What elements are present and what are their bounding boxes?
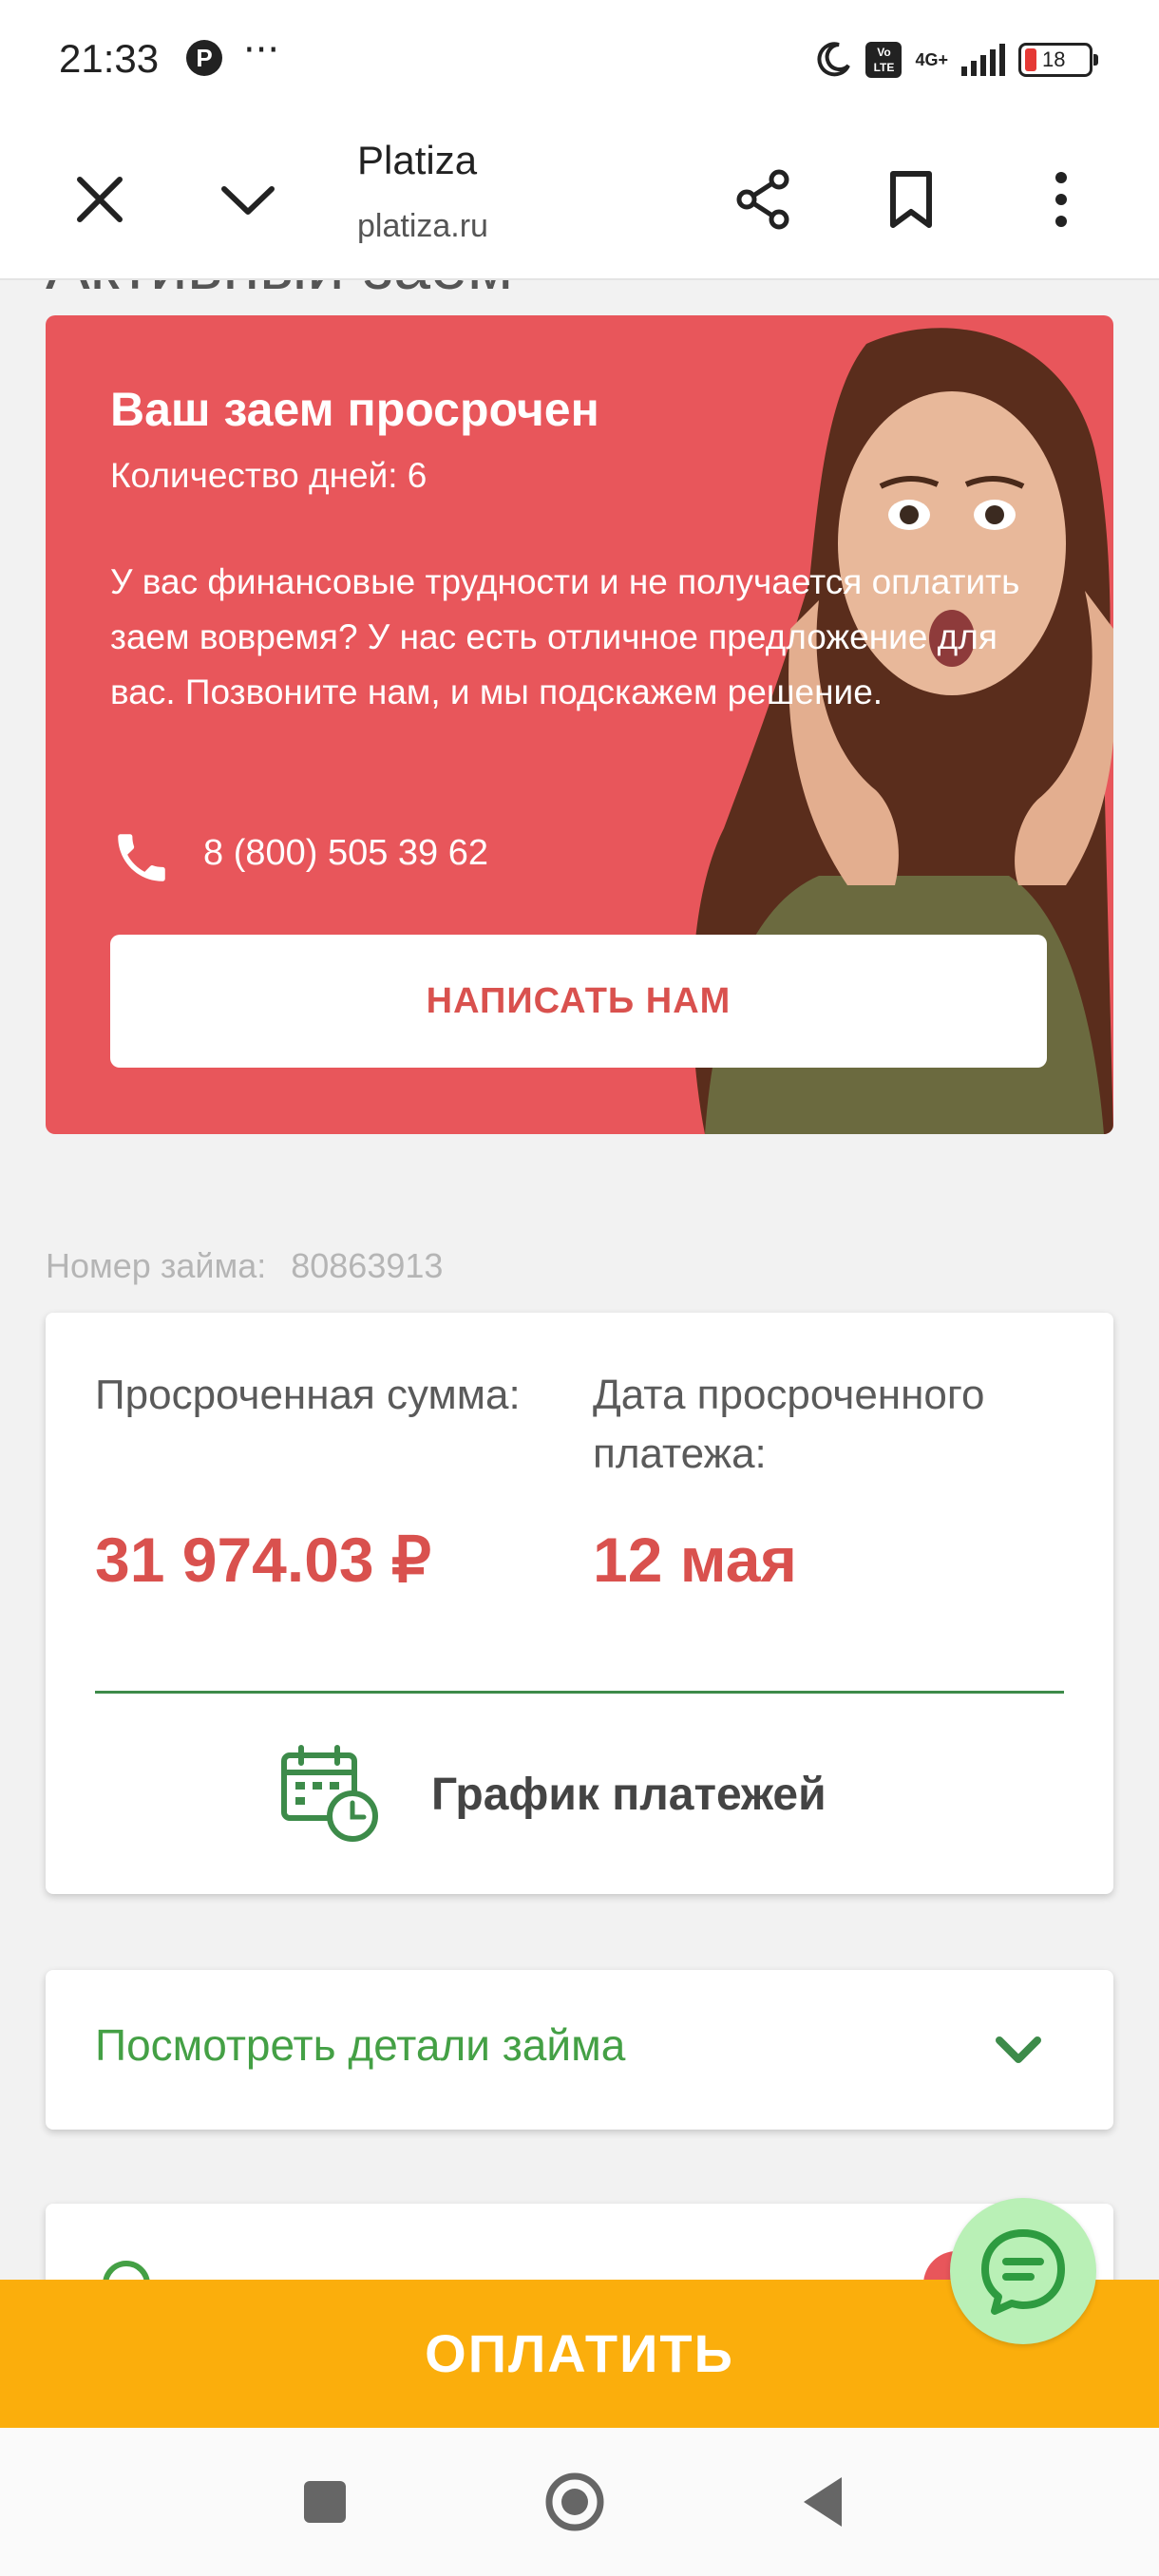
site-url[interactable]: platiza.ru [357, 208, 488, 245]
volte-icon: Vo LTE [865, 42, 902, 78]
browser-toolbar: Platiza platiza.ru [0, 119, 1159, 280]
signal-icon [961, 44, 1005, 76]
loan-number-value: 80863913 [291, 1246, 444, 1285]
pinterest-icon: P [186, 40, 222, 76]
moon-icon [817, 42, 851, 77]
alert-title: Ваш заем просрочен [110, 383, 599, 436]
more-notifications-icon: ··· [243, 28, 280, 72]
status-time: 21:33 [59, 36, 160, 81]
overdue-summary-card: Просроченная сумма: Дата просроченного п… [46, 1313, 1113, 1894]
chevron-down-icon[interactable] [215, 166, 281, 233]
network-type: 4G+ [915, 50, 948, 69]
close-icon[interactable] [66, 166, 133, 233]
back-triangle-icon[interactable] [787, 2464, 863, 2540]
overdue-alert-card: Ваш заем просрочен Количество дней: 6 У … [46, 315, 1113, 1134]
share-icon[interactable] [730, 166, 796, 233]
bookmark-icon[interactable] [878, 166, 944, 233]
overdue-days: Количество дней: 6 [110, 456, 428, 495]
chat-button[interactable] [950, 2198, 1096, 2344]
divider [95, 1691, 1064, 1694]
chevron-down-icon[interactable] [992, 2023, 1045, 2076]
calendar-clock-icon[interactable] [278, 1742, 381, 1845]
home-circle-icon[interactable] [537, 2464, 613, 2540]
battery-level: 18 [1042, 47, 1066, 71]
overdue-amount-label: Просроченная сумма: [95, 1372, 521, 1418]
phone-number[interactable]: 8 (800) 505 39 62 [203, 833, 488, 874]
overdue-date-label: Дата просроченного платежа: [593, 1372, 985, 1477]
loan-number-label: Номер займа: [46, 1246, 267, 1285]
overdue-amount-value: 31 974.03 ₽ [95, 1525, 431, 1595]
loan-details-toggle[interactable]: Посмотреть детали займа [46, 1970, 1113, 2130]
payment-schedule-link[interactable]: График платежей [431, 1769, 826, 1821]
chat-icon[interactable] [976, 2224, 1071, 2319]
site-title: Platiza [357, 138, 478, 182]
loan-number-row: Номер займа: 80863913 [46, 1246, 443, 1286]
alert-description: У вас финансовые трудности и не получает… [110, 562, 1020, 711]
status-indicators: Vo LTE 4G+ 18 [814, 36, 1098, 84]
system-nav-bar [0, 2428, 1159, 2576]
overdue-date-value: 12 мая [593, 1525, 797, 1595]
recents-square-icon[interactable] [287, 2464, 363, 2540]
phone-icon [118, 834, 165, 881]
write-us-button[interactable]: НАПИСАТЬ НАМ [110, 935, 1047, 1068]
loan-details-label[interactable]: Посмотреть детали займа [95, 2019, 625, 2071]
status-bar: 21:33 P ··· Vo LTE 4G+ 18 [0, 0, 1159, 119]
battery-icon: 18 [1018, 43, 1098, 77]
more-vert-icon[interactable] [1028, 166, 1094, 233]
